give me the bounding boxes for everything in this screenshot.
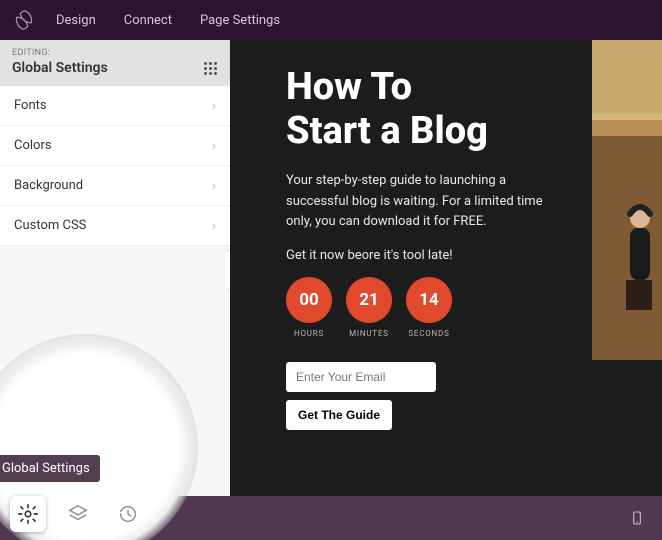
nav-connect[interactable]: Connect bbox=[124, 13, 172, 28]
list-item-custom-css[interactable]: Custom CSS › bbox=[0, 206, 230, 246]
hero-photo bbox=[592, 40, 662, 360]
chevron-right-icon: › bbox=[212, 138, 216, 154]
countdown-label: HOURS bbox=[286, 329, 332, 338]
list-item-label: Custom CSS bbox=[14, 218, 86, 233]
countdown-label: MINUTES bbox=[346, 329, 392, 338]
logo-leaf-icon bbox=[10, 6, 38, 34]
countdown-label: SECONDS bbox=[406, 329, 452, 338]
nav-design[interactable]: Design bbox=[56, 13, 96, 28]
get-guide-button[interactable]: Get The Guide bbox=[286, 400, 392, 430]
countdown-value: 21 bbox=[346, 277, 392, 323]
list-item-label: Colors bbox=[14, 138, 52, 153]
list-item-label: Background bbox=[14, 178, 83, 193]
canvas-preview: How To Start a Blog Your step-by-step gu… bbox=[230, 40, 662, 540]
countdown-seconds: 14 SECONDS bbox=[406, 277, 452, 338]
chevron-right-icon: › bbox=[212, 178, 216, 194]
countdown-minutes: 21 MINUTES bbox=[346, 277, 392, 338]
list-item-label: Fonts bbox=[14, 98, 47, 113]
mobile-preview-icon[interactable] bbox=[626, 507, 648, 529]
top-bar: Design Connect Page Settings bbox=[0, 0, 662, 40]
settings-button[interactable] bbox=[10, 496, 46, 532]
chevron-right-icon: › bbox=[212, 218, 216, 234]
editing-label: EDITING: bbox=[12, 48, 108, 58]
email-field[interactable] bbox=[286, 362, 436, 392]
countdown-hours: 00 HOURS bbox=[286, 277, 332, 338]
nav-page-settings[interactable]: Page Settings bbox=[200, 13, 280, 28]
hero-subtitle: Your step-by-step guide to launching a s… bbox=[286, 171, 546, 231]
layers-button[interactable] bbox=[60, 496, 96, 532]
drag-grip-icon[interactable] bbox=[202, 60, 218, 76]
sidebar-header: EDITING: Global Settings bbox=[0, 40, 230, 86]
sidebar-title: Global Settings bbox=[12, 60, 108, 76]
countdown-value: 00 bbox=[286, 277, 332, 323]
chevron-right-icon: › bbox=[212, 98, 216, 114]
top-nav: Design Connect Page Settings bbox=[56, 13, 280, 28]
tooltip-global-settings: Global Settings bbox=[0, 455, 100, 482]
list-item-colors[interactable]: Colors › bbox=[0, 126, 230, 166]
history-button[interactable] bbox=[110, 496, 146, 532]
list-item-background[interactable]: Background › bbox=[0, 166, 230, 206]
countdown-value: 14 bbox=[406, 277, 452, 323]
signup-form: Get The Guide bbox=[286, 362, 662, 430]
list-item-fonts[interactable]: Fonts › bbox=[0, 86, 230, 126]
settings-list: Fonts › Colors › Background › Custom CSS… bbox=[0, 86, 230, 246]
